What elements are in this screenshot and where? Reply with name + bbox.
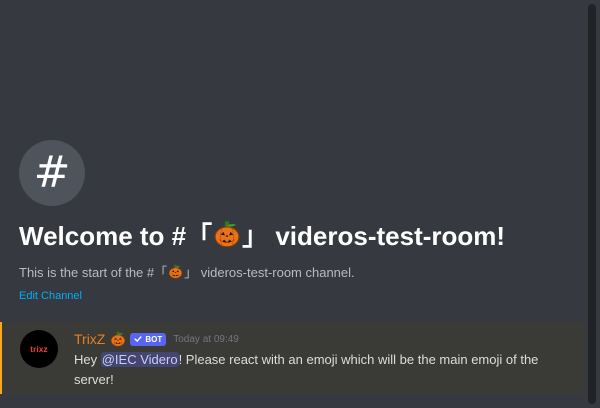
bot-tag: BOT bbox=[130, 332, 167, 346]
chat-scroller[interactable]: # Welcome to #「 」 videros-test-room! Thi… bbox=[0, 0, 600, 408]
message-text-prefix: Hey bbox=[74, 352, 101, 367]
channel-icon: # bbox=[19, 140, 85, 206]
edit-channel-link[interactable]: Edit Channel bbox=[19, 290, 82, 302]
welcome-description-prefix: This is the start of the #「 bbox=[19, 264, 168, 280]
message-header: TrixZ BOT Today at 09:49 bbox=[74, 330, 239, 348]
chat-message[interactable]: trixz TrixZ BOT Today at 09:49 Hey @IEC … bbox=[0, 322, 585, 394]
checkmark-icon bbox=[134, 336, 142, 342]
welcome-title: Welcome to #「 」 videros-test-room! bbox=[19, 214, 589, 254]
avatar[interactable]: trixz bbox=[20, 330, 58, 368]
hash-icon: # bbox=[33, 147, 71, 198]
username[interactable]: TrixZ bbox=[74, 331, 105, 347]
avatar-text: trixz bbox=[30, 344, 48, 354]
welcome-description: This is the start of the #「 」 videros-te… bbox=[19, 262, 589, 280]
bot-tag-label: BOT bbox=[145, 334, 163, 344]
scrollbar[interactable] bbox=[588, 4, 596, 404]
user-mention[interactable]: @IEC Videro bbox=[100, 352, 179, 367]
welcome-title-prefix: Welcome to #「 bbox=[19, 220, 213, 251]
welcome-title-suffix: 」 videros-test-room! bbox=[242, 220, 506, 251]
jack-o-lantern-icon bbox=[168, 264, 183, 279]
channel-welcome: # Welcome to #「 」 videros-test-room! Thi… bbox=[19, 140, 589, 303]
message-timestamp: Today at 09:49 bbox=[173, 333, 239, 345]
jack-o-lantern-icon bbox=[213, 220, 241, 248]
welcome-description-suffix: 」 videros-test-room channel. bbox=[184, 264, 355, 280]
jack-o-lantern-icon bbox=[110, 331, 126, 347]
message-content: Hey @IEC Videro! Please react with an em… bbox=[74, 350, 544, 390]
